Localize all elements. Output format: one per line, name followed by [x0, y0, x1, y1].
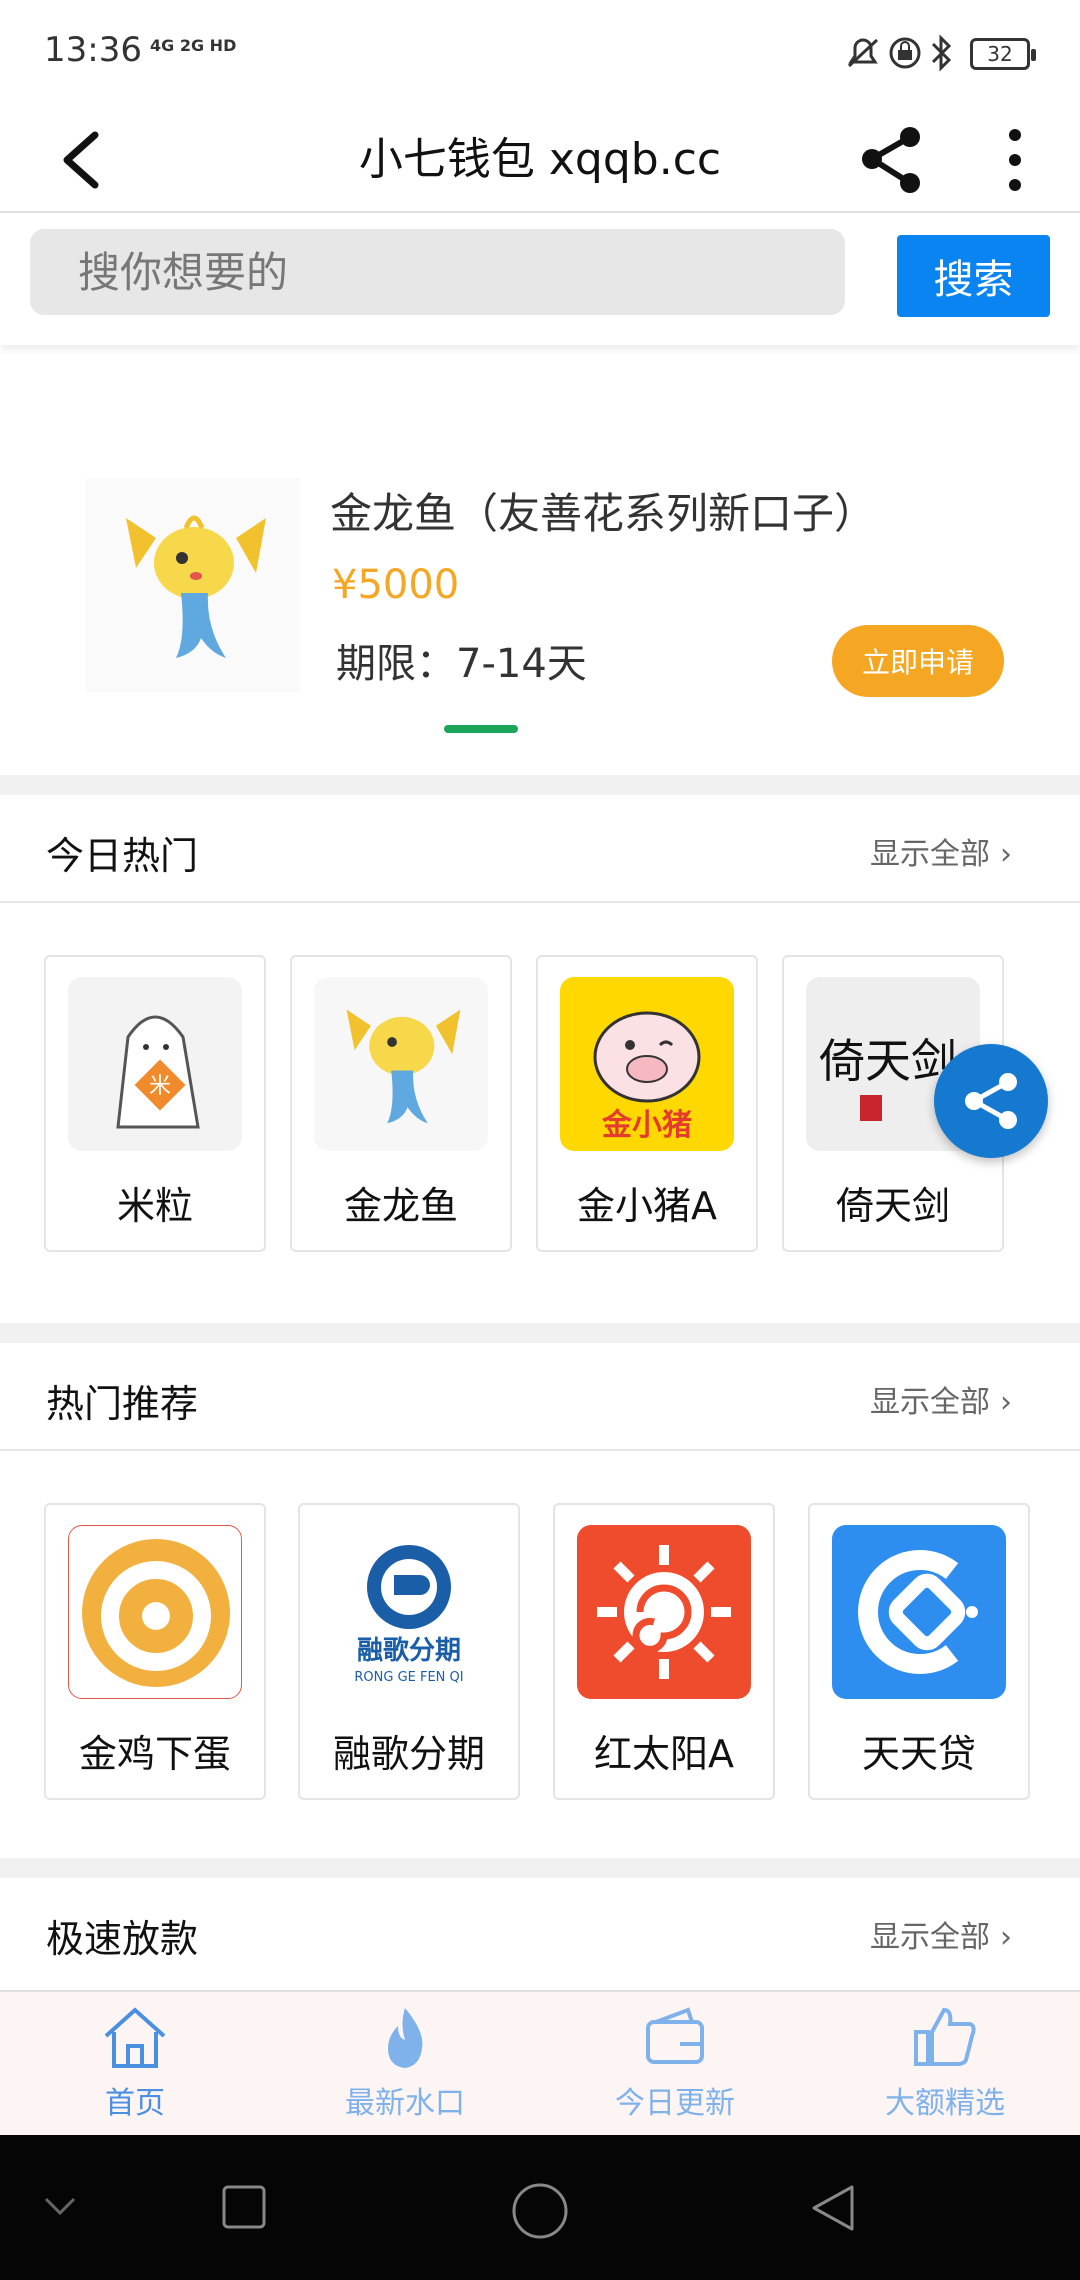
carousel-indicator[interactable] [444, 725, 518, 733]
section-title: 今日热门 [46, 834, 199, 878]
pig-icon: 金小猪 [560, 977, 734, 1151]
section-title: 热门推荐 [46, 1382, 199, 1426]
thumbs-up-icon [914, 2007, 976, 2066]
app-name: 红太阳A [594, 1732, 734, 1776]
app-card[interactable]: 融歌分期 RONG GE FEN QI 融歌分期 [298, 1503, 520, 1800]
app-name: 融歌分期 [332, 1732, 485, 1776]
tab-big-amount[interactable]: 大额精选 [810, 1992, 1080, 2137]
app-name: 金龙鱼 [343, 1184, 458, 1228]
app-card[interactable]: 金小猪 金小猪A [536, 955, 758, 1252]
tab-latest[interactable]: 最新水口 [270, 1992, 540, 2137]
chevron-right-icon: › [1000, 1385, 1012, 1420]
app-header: 小七钱包 xqqb.cc [0, 105, 1080, 213]
back-triangle-icon[interactable] [808, 2183, 858, 2233]
status-bar: 13:36 4G 2G HD 32 [0, 0, 1080, 105]
rice-bag-icon: 米 [68, 977, 242, 1151]
svg-text:金小猪: 金小猪 [601, 1108, 692, 1143]
section-header-hot-today: 今日热门 显示全部 › [0, 795, 1080, 903]
featured-banner[interactable]: 金龙鱼（友善花系列新口子） ¥5000 期限：7-14天 立即申请 [0, 345, 1080, 775]
tab-today-update[interactable]: 今日更新 [540, 1992, 810, 2137]
tab-label: 最新水口 [345, 2086, 465, 2121]
product-name: 金龙鱼（友善花系列新口子） [330, 489, 877, 538]
tab-label: 首页 [105, 2086, 165, 2121]
divider [0, 1323, 1080, 1343]
app-name: 天天贷 [861, 1732, 976, 1776]
app-card[interactable]: 天天贷 [808, 1503, 1030, 1800]
section-header-fast-loan: 极速放款 显示全部 › [0, 1878, 1080, 1986]
flame-icon [388, 2008, 423, 2068]
tiantian-loan-icon [832, 1525, 1006, 1699]
section-title: 极速放款 [46, 1917, 199, 1961]
chevron-down-icon[interactable] [40, 2185, 80, 2225]
home-icon [104, 2007, 166, 2068]
show-all-link[interactable]: 显示全部 › [870, 1912, 1012, 1956]
network-indicator: 4G 2G HD [150, 36, 237, 55]
home-circle-icon[interactable] [510, 2181, 570, 2241]
more-icon[interactable] [990, 115, 1040, 205]
app-card[interactable]: 米 米粒 [44, 955, 266, 1252]
bottom-tab-bar: 首页 最新水口 今日更新 大额精选 [0, 1990, 1080, 2135]
show-all-link[interactable]: 显示全部 › [870, 829, 1012, 873]
wallet-icon [646, 2007, 704, 2064]
svg-text:米: 米 [149, 1074, 171, 1099]
goldfish-icon [314, 977, 488, 1151]
svg-text:RONG GE FEN QI: RONG GE FEN QI [354, 1670, 463, 1685]
show-all-link[interactable]: 显示全部 › [870, 1377, 1012, 1421]
section-header-hot-recommend: 热门推荐 显示全部 › [0, 1343, 1080, 1451]
rongge-logo-icon: 融歌分期 RONG GE FEN QI [322, 1525, 496, 1699]
svg-text:融歌分期: 融歌分期 [357, 1636, 461, 1666]
product-period: 期限：7-14天 [336, 641, 587, 687]
app-card[interactable]: 金龙鱼 [290, 955, 512, 1252]
system-navigation-bar [0, 2135, 1080, 2280]
app-name: 金小猪A [577, 1184, 717, 1228]
app-card[interactable]: 金鸡下蛋 [44, 1503, 266, 1800]
app-name: 倚天剑 [835, 1184, 950, 1228]
product-price: ¥5000 [332, 562, 460, 608]
tab-label: 大额精选 [885, 2086, 1005, 2121]
search-button[interactable]: 搜索 [897, 235, 1050, 317]
chevron-right-icon: › [1000, 837, 1012, 872]
recent-apps-icon[interactable] [220, 2183, 270, 2233]
app-name: 米粒 [116, 1184, 193, 1228]
status-icons [847, 34, 952, 72]
battery-indicator: 32 [970, 38, 1036, 70]
app-card[interactable]: 红太阳A [553, 1503, 775, 1800]
red-sun-icon [577, 1525, 751, 1699]
app-name: 金鸡下蛋 [78, 1732, 231, 1776]
tab-label: 今日更新 [615, 2086, 735, 2121]
tab-home[interactable]: 首页 [0, 1992, 270, 2137]
floating-share-button[interactable] [934, 1044, 1048, 1158]
golden-egg-icon [68, 1525, 242, 1699]
apply-button[interactable]: 立即申请 [832, 625, 1004, 697]
chevron-right-icon: › [1000, 1920, 1012, 1955]
divider [0, 775, 1080, 795]
status-time: 13:36 [44, 30, 142, 70]
divider [0, 1858, 1080, 1878]
goldfish-logo [86, 478, 300, 692]
search-input[interactable] [30, 229, 845, 315]
share-icon [965, 1073, 1017, 1129]
search-bar: 搜索 [0, 213, 1080, 345]
share-icon[interactable] [858, 115, 928, 205]
